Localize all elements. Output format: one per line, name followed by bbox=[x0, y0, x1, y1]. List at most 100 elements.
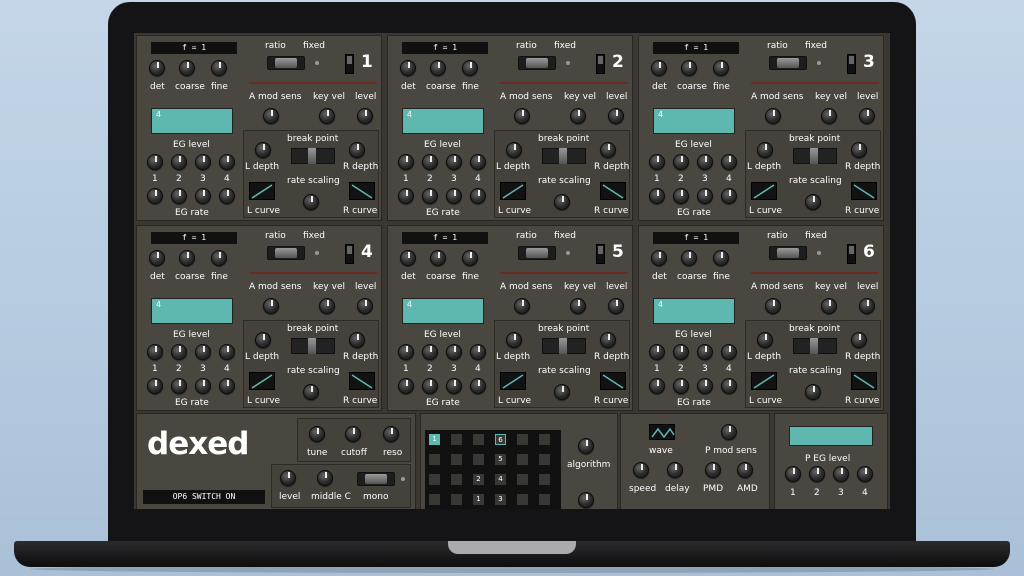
r-depth-knob[interactable] bbox=[349, 332, 365, 348]
r-depth-knob[interactable] bbox=[349, 142, 365, 158]
ratio-fixed-switch[interactable] bbox=[518, 56, 556, 70]
eg-rate-knob-4[interactable] bbox=[219, 378, 235, 394]
eg-rate-knob-3[interactable] bbox=[195, 378, 211, 394]
eg-rate-knob-1[interactable] bbox=[649, 378, 665, 394]
break-point-slider[interactable] bbox=[291, 338, 335, 354]
r-depth-knob[interactable] bbox=[851, 142, 867, 158]
eg-rate-knob-2[interactable] bbox=[673, 188, 689, 204]
l-depth-knob[interactable] bbox=[255, 332, 271, 348]
l-depth-knob[interactable] bbox=[757, 332, 773, 348]
a-mod-sens-knob[interactable] bbox=[514, 298, 530, 314]
a-mod-sens-knob[interactable] bbox=[765, 298, 781, 314]
l-depth-knob[interactable] bbox=[757, 142, 773, 158]
cutoff-knob[interactable] bbox=[345, 426, 361, 442]
level-knob[interactable] bbox=[280, 470, 296, 486]
eg-rate-knob-3[interactable] bbox=[446, 378, 462, 394]
level-knob[interactable] bbox=[859, 298, 875, 314]
eg-rate-knob-1[interactable] bbox=[649, 188, 665, 204]
eg-rate-knob-2[interactable] bbox=[422, 188, 438, 204]
coarse-knob[interactable] bbox=[681, 60, 697, 76]
key-vel-knob[interactable] bbox=[319, 108, 335, 124]
eg-rate-knob-1[interactable] bbox=[398, 378, 414, 394]
eg-rate-knob-1[interactable] bbox=[147, 188, 163, 204]
eg-level-knob-2[interactable] bbox=[171, 154, 187, 170]
det-knob[interactable] bbox=[400, 60, 416, 76]
eg-level-knob-4[interactable] bbox=[219, 154, 235, 170]
amd-knob[interactable] bbox=[737, 462, 753, 478]
key-vel-knob[interactable] bbox=[570, 108, 586, 124]
eg-level-knob-2[interactable] bbox=[673, 344, 689, 360]
eg-rate-knob-2[interactable] bbox=[171, 378, 187, 394]
level-knob[interactable] bbox=[357, 298, 373, 314]
a-mod-sens-knob[interactable] bbox=[263, 298, 279, 314]
ratio-fixed-switch[interactable] bbox=[518, 246, 556, 260]
det-knob[interactable] bbox=[651, 60, 667, 76]
eg-level-knob-4[interactable] bbox=[721, 344, 737, 360]
eg-rate-knob-3[interactable] bbox=[697, 188, 713, 204]
level-knob[interactable] bbox=[357, 108, 373, 124]
ratio-fixed-switch[interactable] bbox=[267, 246, 305, 260]
r-depth-knob[interactable] bbox=[851, 332, 867, 348]
ratio-fixed-switch[interactable] bbox=[267, 56, 305, 70]
break-point-slider[interactable] bbox=[793, 148, 837, 164]
eg-rate-knob-1[interactable] bbox=[398, 188, 414, 204]
eg-rate-knob-2[interactable] bbox=[171, 188, 187, 204]
middle-c-knob[interactable] bbox=[317, 470, 333, 486]
break-point-slider[interactable] bbox=[542, 338, 586, 354]
det-knob[interactable] bbox=[149, 60, 165, 76]
eg-level-knob-1[interactable] bbox=[147, 154, 163, 170]
key-vel-knob[interactable] bbox=[821, 298, 837, 314]
fine-knob[interactable] bbox=[713, 60, 729, 76]
eg-rate-knob-4[interactable] bbox=[219, 188, 235, 204]
eg-level-knob-1[interactable] bbox=[398, 344, 414, 360]
fine-knob[interactable] bbox=[713, 250, 729, 266]
feedback-knob[interactable] bbox=[578, 492, 594, 508]
coarse-knob[interactable] bbox=[681, 250, 697, 266]
key-vel-knob[interactable] bbox=[319, 298, 335, 314]
operator-switch[interactable] bbox=[847, 244, 856, 264]
pitch-eg-knob-1[interactable] bbox=[785, 466, 801, 482]
coarse-knob[interactable] bbox=[430, 250, 446, 266]
eg-level-knob-2[interactable] bbox=[422, 154, 438, 170]
eg-level-knob-1[interactable] bbox=[147, 344, 163, 360]
pitch-eg-knob-2[interactable] bbox=[809, 466, 825, 482]
operator-switch[interactable] bbox=[345, 54, 354, 74]
rate-scaling-knob[interactable] bbox=[554, 384, 570, 400]
eg-rate-knob-4[interactable] bbox=[721, 378, 737, 394]
eg-level-knob-3[interactable] bbox=[697, 344, 713, 360]
operator-switch[interactable] bbox=[596, 54, 605, 74]
delay-knob[interactable] bbox=[667, 462, 683, 478]
a-mod-sens-knob[interactable] bbox=[765, 108, 781, 124]
eg-rate-knob-3[interactable] bbox=[195, 188, 211, 204]
operator-switch[interactable] bbox=[847, 54, 856, 74]
eg-level-knob-4[interactable] bbox=[219, 344, 235, 360]
eg-level-knob-4[interactable] bbox=[721, 154, 737, 170]
eg-level-knob-1[interactable] bbox=[649, 344, 665, 360]
fine-knob[interactable] bbox=[211, 60, 227, 76]
l-depth-knob[interactable] bbox=[506, 142, 522, 158]
l-depth-knob[interactable] bbox=[506, 332, 522, 348]
eg-level-knob-3[interactable] bbox=[446, 154, 462, 170]
eg-level-knob-1[interactable] bbox=[649, 154, 665, 170]
eg-rate-knob-3[interactable] bbox=[446, 188, 462, 204]
tune-knob[interactable] bbox=[309, 426, 325, 442]
eg-level-knob-4[interactable] bbox=[470, 344, 486, 360]
a-mod-sens-knob[interactable] bbox=[263, 108, 279, 124]
rate-scaling-knob[interactable] bbox=[303, 194, 319, 210]
det-knob[interactable] bbox=[651, 250, 667, 266]
eg-rate-knob-1[interactable] bbox=[147, 378, 163, 394]
eg-level-knob-2[interactable] bbox=[673, 154, 689, 170]
eg-rate-knob-4[interactable] bbox=[470, 188, 486, 204]
fine-knob[interactable] bbox=[211, 250, 227, 266]
eg-level-knob-3[interactable] bbox=[697, 154, 713, 170]
eg-level-knob-3[interactable] bbox=[195, 154, 211, 170]
reso-knob[interactable] bbox=[383, 426, 399, 442]
det-knob[interactable] bbox=[149, 250, 165, 266]
break-point-slider[interactable] bbox=[291, 148, 335, 164]
key-vel-knob[interactable] bbox=[821, 108, 837, 124]
eg-level-knob-3[interactable] bbox=[446, 344, 462, 360]
algorithm-knob[interactable] bbox=[578, 438, 594, 454]
break-point-slider[interactable] bbox=[793, 338, 837, 354]
pitch-eg-knob-3[interactable] bbox=[833, 466, 849, 482]
level-knob[interactable] bbox=[608, 108, 624, 124]
